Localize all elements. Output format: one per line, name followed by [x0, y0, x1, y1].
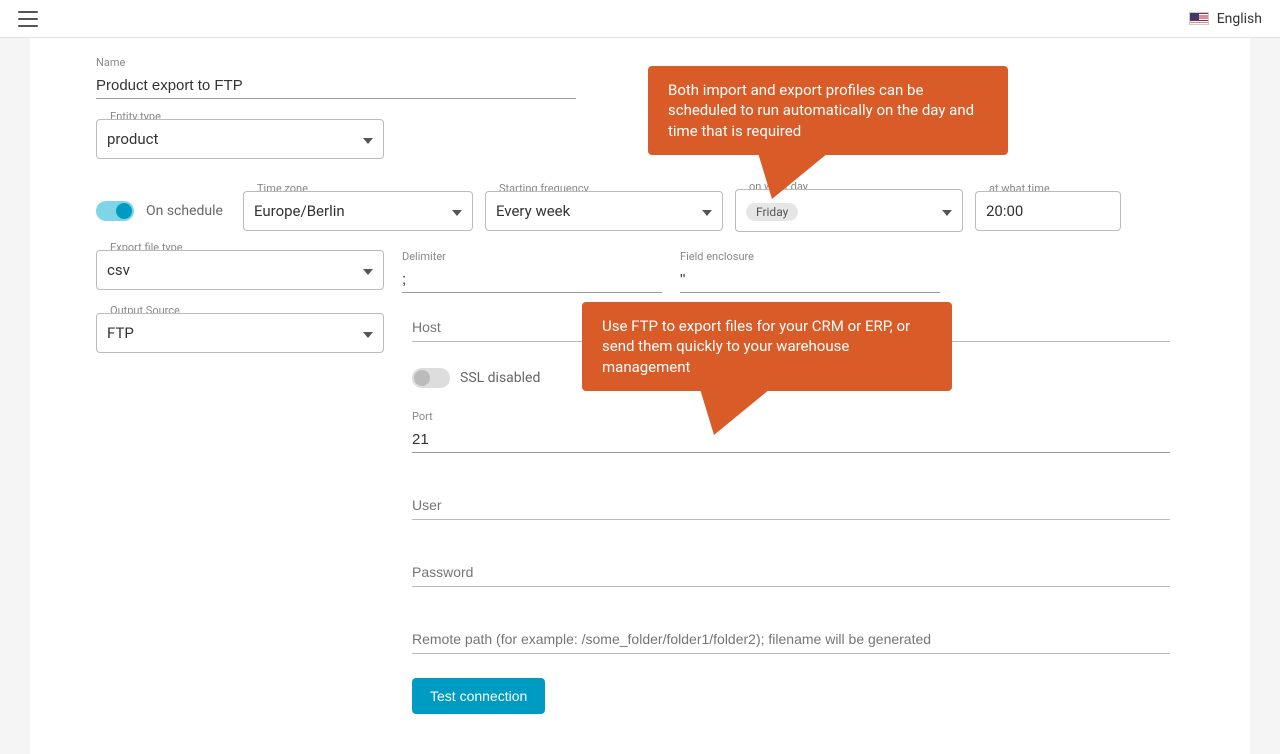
language-label: English: [1217, 11, 1262, 27]
timezone-select[interactable]: Europe/Berlin: [243, 191, 473, 231]
name-field-group: Name: [96, 56, 576, 99]
callout-ftp-text: Use FTP to export files for your CRM or …: [602, 317, 910, 376]
chevron-down-icon: [942, 202, 952, 220]
day-chip: Friday: [746, 203, 798, 221]
export-settings-row: Export file type csv Delimiter Field enc…: [96, 250, 1250, 293]
time-value: 20:00: [986, 202, 1023, 220]
enclosure-group: Field enclosure: [680, 250, 940, 293]
callout-ftp: Use FTP to export files for your CRM or …: [582, 302, 952, 391]
output-source-select[interactable]: FTP: [96, 313, 384, 353]
delimiter-group: Delimiter: [402, 250, 662, 293]
frequency-group: Starting frequency Every week: [485, 191, 723, 231]
timezone-value: Europe/Berlin: [254, 202, 345, 220]
delimiter-label: Delimiter: [402, 250, 662, 263]
flag-us-icon: [1189, 12, 1209, 25]
time-group: at what time 20:00: [975, 191, 1121, 231]
callout-schedule-text: Both import and export profiles can be s…: [668, 81, 974, 140]
frequency-select[interactable]: Every week: [485, 191, 723, 231]
time-input[interactable]: 20:00: [975, 191, 1121, 231]
ssl-label: SSL disabled: [460, 370, 540, 386]
schedule-row: On schedule Time zone Europe/Berlin Star…: [96, 189, 1250, 232]
port-label: Port: [412, 410, 1170, 423]
chevron-down-icon: [363, 261, 373, 279]
output-source-group: Output Source FTP: [96, 313, 384, 353]
timezone-group: Time zone Europe/Berlin: [243, 191, 473, 231]
topbar: English: [0, 0, 1280, 38]
test-connection-button[interactable]: Test connection: [412, 678, 545, 714]
delimiter-input[interactable]: [402, 265, 662, 293]
language-selector[interactable]: English: [1189, 11, 1262, 27]
remote-path-input[interactable]: [412, 623, 1170, 654]
chevron-down-icon: [702, 202, 712, 220]
entity-type-value: product: [107, 130, 158, 148]
chevron-down-icon: [363, 324, 373, 342]
page-card: Name Entity type product On schedule Tim…: [30, 38, 1250, 754]
enclosure-label: Field enclosure: [680, 250, 940, 263]
callout-schedule: Both import and export profiles can be s…: [648, 66, 1008, 155]
entity-type-group: Entity type product: [96, 119, 384, 159]
frequency-value: Every week: [496, 202, 570, 220]
password-input[interactable]: [412, 556, 1170, 587]
user-input[interactable]: [412, 489, 1170, 520]
menu-icon[interactable]: [18, 11, 38, 27]
export-type-value: csv: [107, 261, 130, 279]
entity-type-select[interactable]: product: [96, 119, 384, 159]
port-input[interactable]: [412, 425, 1170, 453]
chevron-down-icon: [452, 202, 462, 220]
on-schedule-toggle[interactable]: [96, 201, 134, 221]
name-label: Name: [96, 56, 576, 69]
port-group: Port: [412, 410, 1170, 453]
on-schedule-label: On schedule: [146, 203, 223, 219]
output-source-value: FTP: [107, 324, 134, 342]
name-input[interactable]: [96, 71, 576, 99]
ssl-toggle[interactable]: [412, 368, 450, 388]
export-type-group: Export file type csv: [96, 250, 384, 290]
enclosure-input[interactable]: [680, 265, 940, 293]
export-type-select[interactable]: csv: [96, 250, 384, 290]
chevron-down-icon: [363, 130, 373, 148]
